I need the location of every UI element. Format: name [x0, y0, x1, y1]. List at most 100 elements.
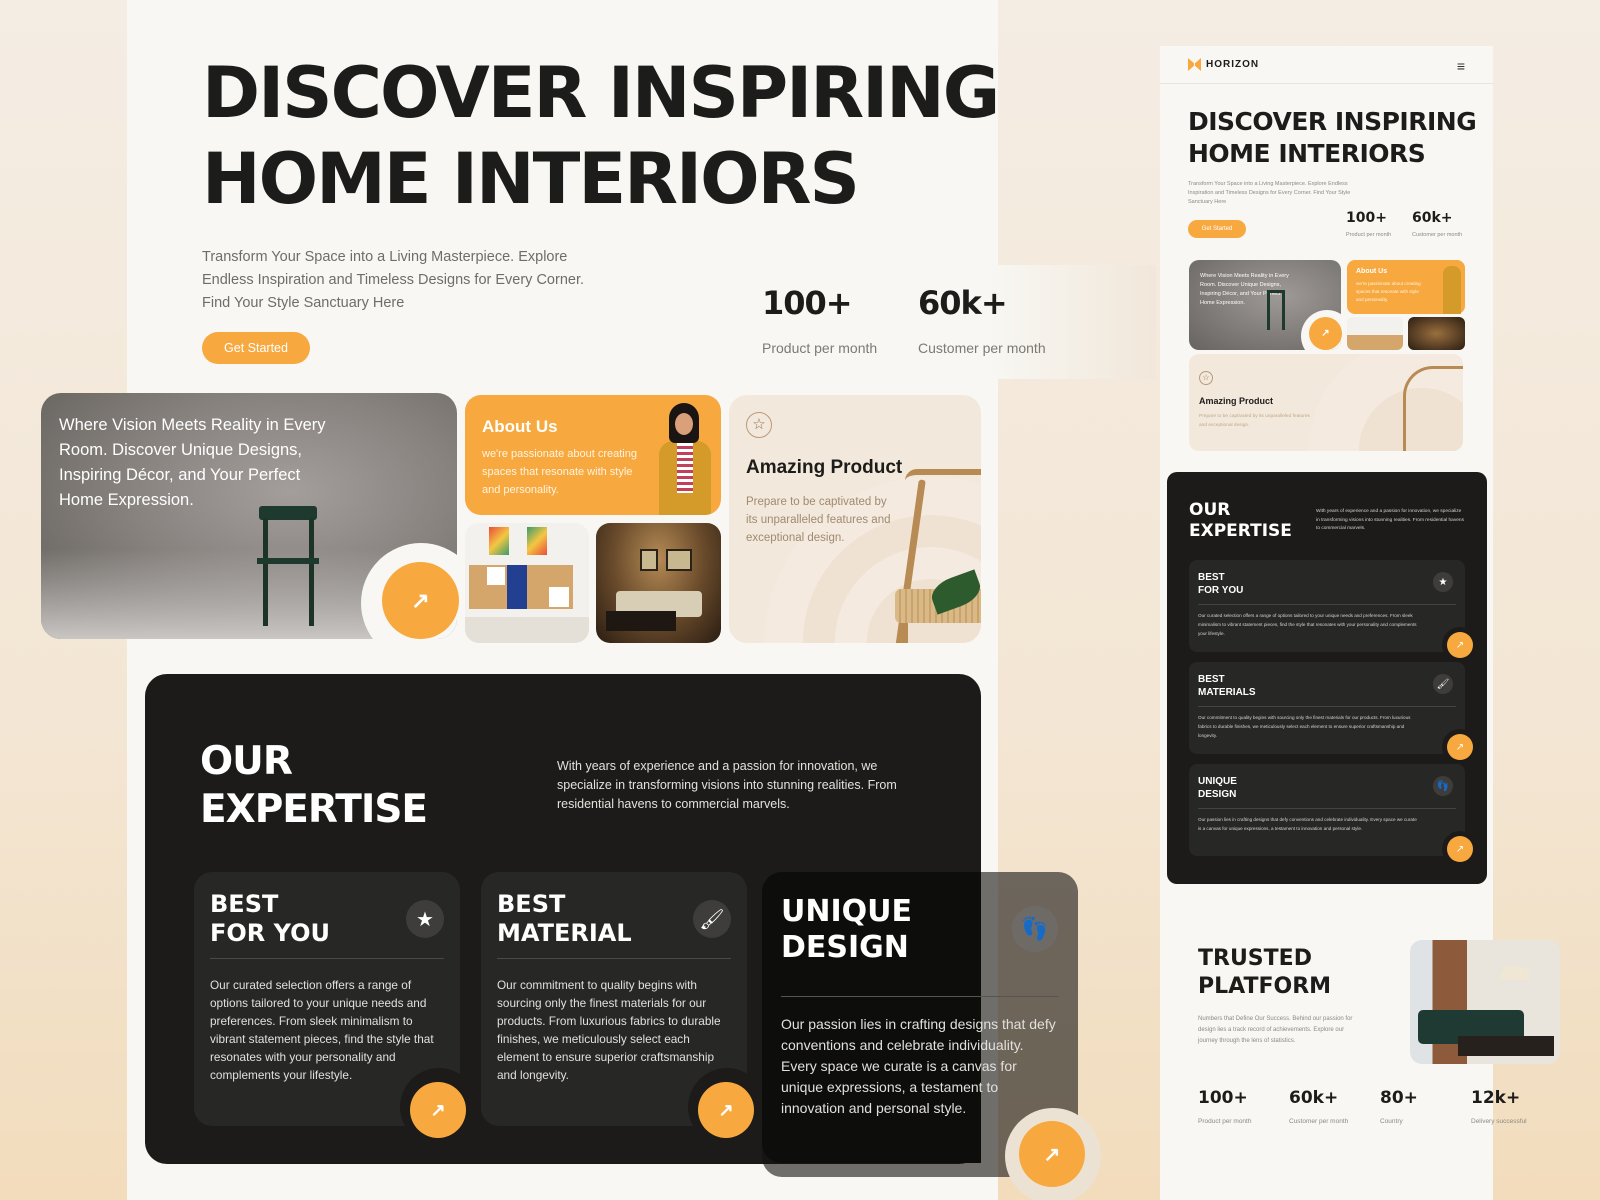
footprints-icon: 👣: [1012, 906, 1058, 952]
about-card[interactable]: About Us we're passionate about creating…: [465, 395, 721, 515]
divider: [1198, 808, 1456, 809]
trusted-stat-label: Product per month: [1198, 1118, 1252, 1125]
card-title: BEST FOR YOU: [210, 890, 331, 947]
arrow-up-right-icon[interactable]: ↗: [1447, 632, 1473, 658]
mobile-shelf-photo: [1347, 317, 1403, 350]
hero-title: DISCOVER INSPIRING HOME INTERIORS: [202, 50, 1000, 222]
star-outline-icon: ☆: [746, 412, 772, 438]
stat-label: Product per month: [1346, 232, 1392, 238]
trusted-stat-value: 80+: [1380, 1088, 1418, 1108]
hamburger-menu-icon[interactable]: ≡: [1457, 58, 1465, 74]
star-icon: ★: [406, 900, 444, 938]
arrow-up-right-icon: ↗: [411, 587, 430, 613]
trusted-stat-label: Delivery successful: [1471, 1118, 1527, 1125]
vision-text: Where Vision Meets Reality in Every Room…: [59, 416, 326, 509]
unique-design-arrow-button[interactable]: ↗: [1019, 1121, 1085, 1187]
expertise-title: OUR EXPERTISE: [200, 738, 428, 834]
trusted-title: TRUSTED PLATFORM: [1198, 946, 1332, 999]
star-icon: ★: [1433, 572, 1453, 592]
divider: [1198, 604, 1456, 605]
expertise-title: OUR EXPERTISE: [1189, 500, 1292, 541]
trusted-stat-value: 100+: [1198, 1088, 1248, 1108]
hero-title-line1: DISCOVER INSPIRING: [202, 52, 1000, 134]
trusted-living-room-photo: [1410, 940, 1560, 1064]
arrow-up-right-icon[interactable]: ↗: [1447, 836, 1473, 862]
mobile-header: HORIZON ≡: [1160, 46, 1493, 84]
hero-title-line2: HOME INTERIORS: [202, 138, 860, 220]
card-text: Our commitment to quality begins with so…: [497, 978, 721, 1082]
chair-image: [257, 506, 319, 626]
mobile-about-card[interactable]: About Us we're passionate about creating…: [1347, 260, 1465, 314]
best-material-arrow-button[interactable]: ↗: [698, 1082, 754, 1138]
paint-roller-icon: 🖌: [693, 900, 731, 938]
card-text: Our passion lies in crafting designs tha…: [1198, 817, 1417, 831]
divider: [497, 958, 731, 959]
amazing-text: Prepare to be captivated by its unparall…: [746, 496, 891, 544]
amazing-title: Amazing Product: [746, 457, 903, 478]
card-title: BEST MATERIAL: [497, 890, 632, 947]
expertise-title-line1: OUR: [200, 739, 293, 784]
arrow-up-right-icon[interactable]: ↗: [1447, 734, 1473, 760]
arrow-up-right-icon: ↗: [1321, 328, 1330, 339]
stat-value: 60k+: [918, 284, 1008, 322]
arrow-up-right-icon: ↗: [430, 1099, 446, 1120]
person-image: [1443, 266, 1461, 314]
mobile-expertise-card[interactable]: UNIQUE DESIGN 👣 Our passion lies in craft…: [1189, 764, 1473, 862]
amazing-text: Prepare to be captivated by its unparall…: [1199, 414, 1310, 428]
mobile-expertise-card[interactable]: BEST FOR YOU ★ Our curated selection offe…: [1189, 560, 1473, 658]
stat-value: 100+: [1346, 210, 1387, 226]
brand-name: HORIZON: [1206, 59, 1260, 70]
card-title: BEST MATERIALS: [1198, 674, 1256, 698]
mobile-expertise-card[interactable]: BEST MATERIALS 🖌 Our commitment to qualit…: [1189, 662, 1473, 760]
vision-arrow-button[interactable]: ↗: [382, 562, 459, 639]
stat-label: Customer per month: [918, 340, 1046, 356]
star-outline-icon: ☆: [1199, 371, 1213, 385]
living-room-photo: [596, 523, 721, 643]
expertise-title-line2: EXPERTISE: [200, 787, 428, 832]
mobile-hero-title: DISCOVER INSPIRING HOME INTERIORS: [1188, 107, 1477, 168]
trusted-stat-value: 12k+: [1471, 1088, 1521, 1108]
person-image: [653, 403, 717, 515]
expertise-description: With years of experience and a passion f…: [1316, 509, 1464, 531]
stat-label: Product per month: [762, 340, 878, 356]
arrow-up-right-icon: ↗: [1043, 1143, 1061, 1166]
arrow-up-right-icon: ↗: [718, 1099, 734, 1120]
footprints-icon: 👣: [1433, 776, 1453, 796]
about-text: we're passionate about creating spaces t…: [1356, 281, 1421, 302]
card-text: Our commitment to quality begins with so…: [1198, 715, 1411, 738]
mobile-vision-arrow-button[interactable]: ↗: [1309, 317, 1342, 350]
mobile-hero-subtitle: Transform Your Space into a Living Maste…: [1188, 181, 1351, 205]
mobile-amazing-card[interactable]: ☆ Amazing Product Prepare to be captivat…: [1189, 354, 1463, 451]
about-title: About Us: [1356, 268, 1388, 275]
amazing-product-card[interactable]: ☆ Amazing Product Prepare to be captivat…: [729, 395, 981, 643]
card-text: Our curated selection offers a range of …: [210, 978, 434, 1082]
paint-roller-icon: 🖌: [1433, 674, 1453, 694]
about-title: About Us: [482, 417, 558, 436]
stat-label: Customer per month: [1412, 232, 1463, 238]
wood-chair-image: [1403, 366, 1463, 451]
divider: [210, 958, 444, 959]
chair-image: [1267, 290, 1285, 330]
expertise-description: With years of experience and a passion f…: [557, 759, 897, 811]
stats-band: [736, 265, 1156, 379]
trusted-description: Numbers that Define Our Success. Behind …: [1198, 1016, 1353, 1044]
amazing-title: Amazing Product: [1199, 396, 1274, 406]
wood-chair-image: [891, 459, 981, 643]
stat-value: 60k+: [1412, 210, 1453, 226]
trusted-stat-label: Country: [1380, 1118, 1403, 1125]
get-started-button[interactable]: Get Started: [202, 332, 310, 364]
divider: [781, 996, 1059, 997]
trusted-stat-label: Customer per month: [1289, 1118, 1349, 1125]
trusted-stat-value: 60k+: [1289, 1088, 1339, 1108]
card-title: UNIQUE DESIGN: [781, 894, 912, 965]
mobile-room-photo: [1408, 317, 1465, 350]
about-text: we're passionate about creating spaces t…: [482, 448, 637, 496]
card-text: Our curated selection offers a range of …: [1198, 613, 1417, 636]
card-title: UNIQUE DESIGN: [1198, 776, 1237, 800]
card-text: Our passion lies in crafting designs tha…: [781, 1016, 1056, 1116]
best-for-you-arrow-button[interactable]: ↗: [410, 1082, 466, 1138]
divider: [1198, 706, 1456, 707]
mobile-get-started-button[interactable]: Get Started: [1188, 220, 1246, 238]
mobile-expertise-section: OUR EXPERTISE With years of experience an…: [1167, 472, 1487, 884]
hero-subtitle: Transform Your Space into a Living Maste…: [202, 249, 585, 311]
